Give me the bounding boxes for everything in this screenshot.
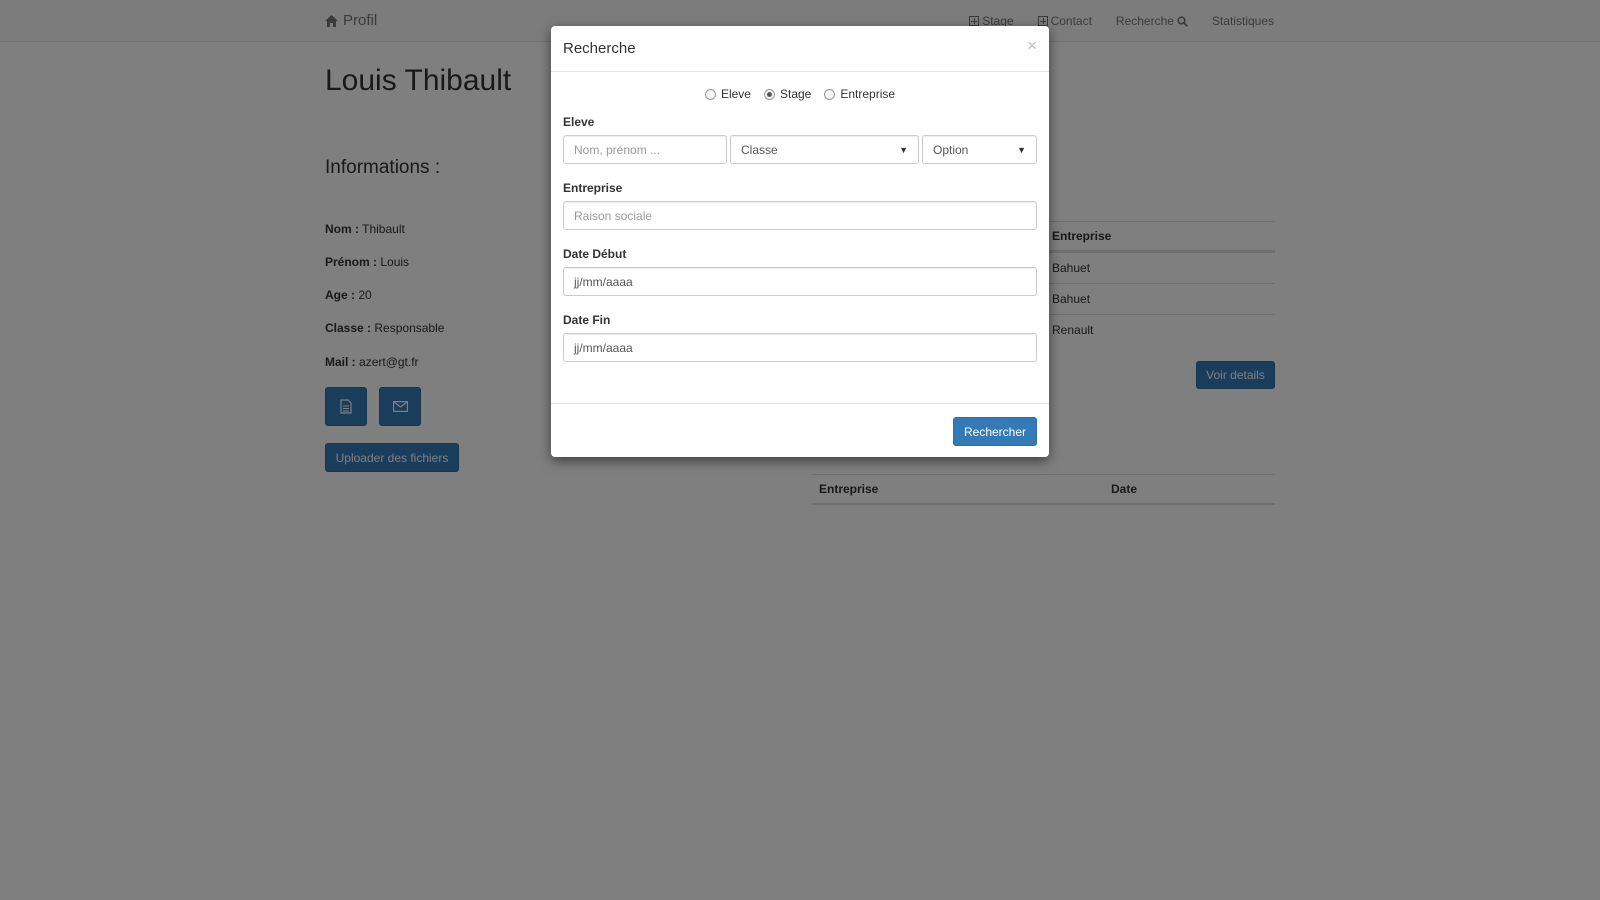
entreprise-label: Entreprise	[563, 181, 623, 195]
date-fin-value: jj/mm/aaaa	[574, 340, 633, 355]
caret-down-icon: ▼	[1017, 144, 1026, 155]
modal-title: Recherche	[563, 40, 636, 57]
modal-footer: Rechercher	[551, 403, 1049, 457]
classe-select[interactable]: Classe ▼	[730, 135, 919, 164]
date-fin-label: Date Fin	[563, 313, 611, 327]
caret-down-icon: ▼	[899, 144, 908, 155]
radio-label: Eleve	[720, 87, 751, 101]
radio-eleve[interactable]: Eleve	[704, 87, 751, 101]
search-modal: Recherche × Eleve Stage Entreprise Eleve…	[551, 26, 1049, 457]
radio-button[interactable]	[824, 88, 836, 100]
rechercher-button[interactable]: Rechercher	[953, 417, 1037, 446]
radio-button[interactable]	[763, 88, 775, 100]
date-debut-value: jj/mm/aaaa	[574, 274, 633, 289]
eleve-name-input[interactable]	[563, 135, 727, 164]
date-debut-input[interactable]: jj/mm/aaaa	[563, 267, 1037, 296]
close-icon[interactable]: ×	[1027, 36, 1037, 56]
search-type-radios: Eleve Stage Entreprise	[551, 87, 1049, 101]
entreprise-input[interactable]	[563, 201, 1037, 230]
radio-entreprise[interactable]: Entreprise	[824, 87, 895, 101]
option-select[interactable]: Option ▼	[922, 135, 1037, 164]
eleve-label: Eleve	[563, 115, 595, 129]
radio-label: Entreprise	[840, 87, 896, 101]
radio-button[interactable]	[704, 88, 716, 100]
date-debut-label: Date Début	[563, 247, 627, 261]
option-select-value: Option	[933, 142, 969, 157]
classe-select-value: Classe	[741, 142, 778, 157]
radio-label: Stage	[779, 87, 812, 101]
date-fin-input[interactable]: jj/mm/aaaa	[563, 333, 1037, 362]
modal-header: Recherche ×	[551, 26, 1049, 72]
radio-stage[interactable]: Stage	[763, 87, 812, 101]
